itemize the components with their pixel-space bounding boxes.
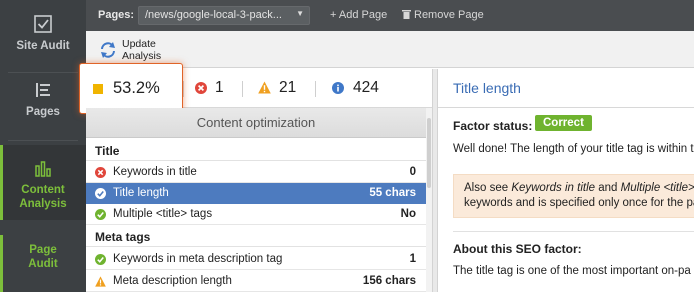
row-value: 55 chars (369, 187, 416, 199)
sidebar-item-label: Pages (26, 106, 60, 118)
checkbox-icon (34, 15, 52, 33)
factor-status-label: Factor status: (453, 119, 533, 133)
sidebar-divider (8, 72, 78, 73)
sidebar-item-page-audit[interactable]: Page Audit (0, 235, 86, 292)
update-analysis-button[interactable]: Update Analysis (98, 37, 178, 65)
warning-icon (95, 276, 106, 287)
info-icon (332, 82, 344, 94)
info-count[interactable]: 424 (353, 79, 379, 97)
list-item-selected[interactable]: Title length 55 chars (86, 183, 426, 204)
pages-dropdown-value: /news/google-local-3-pack... (145, 9, 282, 21)
sidebar-item-site-audit[interactable]: Site Audit (0, 14, 86, 74)
related-factors-note: Also see Keywords in title and Multiple … (453, 174, 694, 218)
score-highlight[interactable]: 53.2% (79, 63, 183, 114)
about-text: The title tag is one of the most importa… (453, 265, 691, 277)
about-heading: About this SEO factor: (453, 242, 582, 256)
score-square-icon (93, 84, 103, 94)
remove-page-label: Remove Page (414, 9, 484, 21)
refresh-icon (101, 42, 115, 58)
check-icon (95, 209, 106, 220)
check-icon (95, 254, 106, 265)
row-name: Multiple <title> tags (113, 208, 213, 220)
list-scrollbar-thumb[interactable] (427, 118, 431, 188)
list-item[interactable]: Multiple <title> tags No (86, 204, 426, 225)
stats-divider (242, 81, 243, 97)
sidebar-item-label: Site Audit (16, 40, 70, 52)
factor-description: Well done! The length of your title tag … (453, 143, 694, 155)
sidebar-item-pages[interactable]: Pages (0, 80, 86, 140)
status-badge: Correct (535, 115, 592, 131)
bar-chart-icon (35, 161, 51, 177)
related-link-keywords-in-title[interactable]: Keywords in title (511, 182, 595, 194)
row-value: 1 (409, 253, 416, 265)
content-optimization-panel: Content optimization Title Keywords in t… (86, 108, 432, 292)
section-title: Title (86, 141, 426, 161)
note-prefix: Also see (464, 182, 512, 194)
sidebar-item-content-analysis[interactable]: Content Analysis (0, 145, 86, 220)
row-value: 0 (409, 166, 416, 178)
row-name: Keywords in title (113, 166, 197, 178)
note-line2: keywords and is specified only once for … (464, 197, 694, 209)
update-label-line2: Analysis (122, 50, 162, 62)
score-value: 53.2% (113, 79, 160, 97)
chevron-down-icon: ▼ (296, 9, 304, 18)
error-icon (95, 167, 106, 178)
pages-dropdown[interactable]: /news/google-local-3-pack... ▼ (138, 6, 310, 25)
remove-page-button[interactable]: Remove Page (402, 9, 484, 21)
list-item[interactable]: Keywords in title 0 (86, 162, 426, 183)
list-item[interactable]: Keywords in meta description tag 1 (86, 249, 426, 270)
row-value: No (400, 208, 416, 220)
section-title: Meta tags (86, 227, 426, 247)
trash-icon (402, 10, 411, 19)
update-analysis-label: Update Analysis (122, 38, 161, 62)
sidebar: Site Audit Pages Content Analysis Page A… (0, 0, 86, 292)
error-count[interactable]: 1 (215, 79, 224, 97)
check-icon (95, 188, 106, 199)
row-name: Title length (113, 187, 169, 199)
note-mid: and (595, 182, 621, 194)
warning-count[interactable]: 21 (279, 79, 296, 97)
update-label-line1: Update (122, 38, 156, 50)
related-link-multiple-title[interactable]: Multiple <title> (621, 182, 694, 194)
top-bar: Pages: /news/google-local-3-pack... ▼ + … (86, 0, 694, 31)
sidebar-item-label: Content Analysis (19, 184, 67, 210)
panel-header: Content optimization (86, 108, 426, 138)
row-name: Meta description length (113, 275, 232, 287)
sidebar-divider (8, 140, 78, 141)
sidebar-item-label: Page Audit (28, 244, 58, 270)
factor-details-panel: Title length Factor status: Correct Well… (438, 69, 694, 292)
stats-divider (183, 81, 184, 97)
row-value: 156 chars (362, 275, 416, 287)
add-page-button[interactable]: + Add Page (330, 9, 387, 21)
list-icon (36, 83, 50, 97)
divider (453, 231, 694, 232)
pages-label: Pages: (98, 9, 135, 21)
list-item[interactable]: Meta description length 156 chars (86, 271, 426, 292)
error-icon (195, 82, 207, 94)
row-name: Keywords in meta description tag (113, 253, 283, 265)
warning-icon (258, 81, 271, 94)
stats-divider (315, 81, 316, 97)
factor-title: Title length (438, 69, 694, 108)
